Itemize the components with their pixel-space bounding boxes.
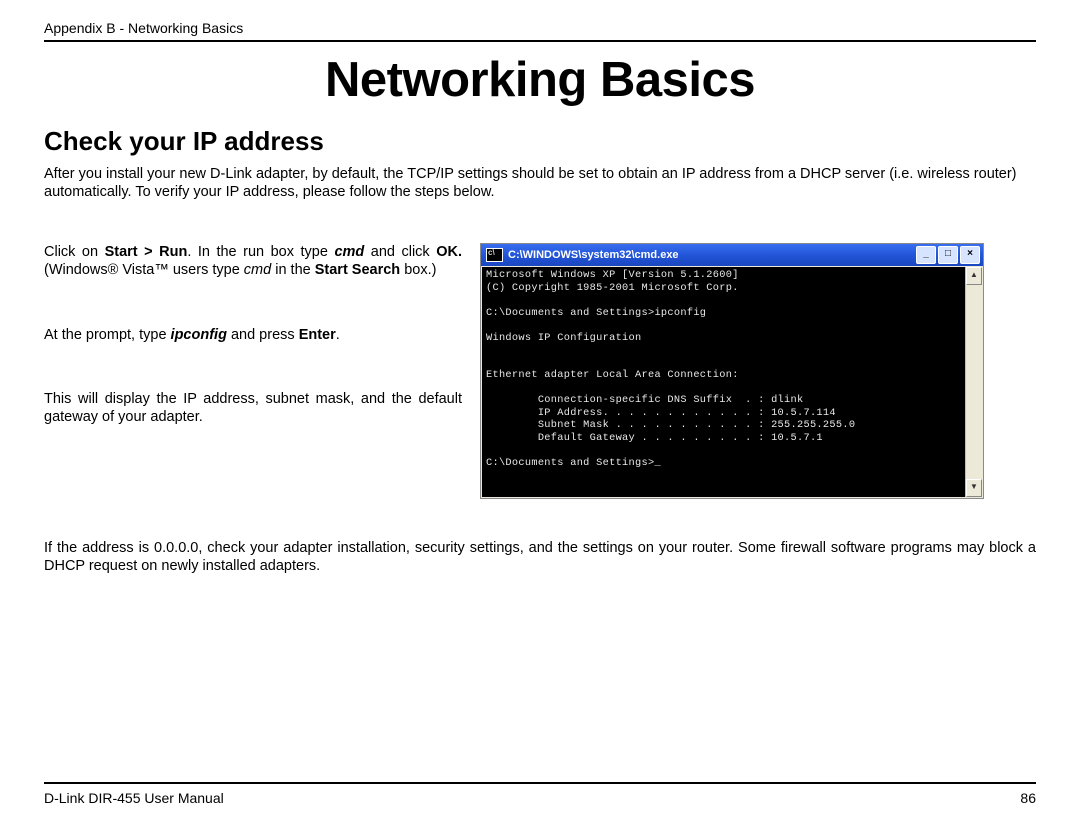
scroll-track[interactable]: [966, 285, 982, 479]
cmd-title-text: C:\WINDOWS\system32\cmd.exe: [508, 249, 916, 261]
scroll-down-button[interactable]: ▼: [966, 479, 982, 497]
cmd-titlebar[interactable]: c\ C:\WINDOWS\system32\cmd.exe _ □ ×: [481, 244, 983, 266]
footer-manual-name: D-Link DIR-455 User Manual: [44, 790, 224, 806]
content-row: Click on Start > Run. In the run box typ…: [44, 243, 1036, 499]
cmd-scrollbar[interactable]: ▲ ▼: [965, 267, 982, 497]
step-3: This will display the IP address, subnet…: [44, 390, 462, 426]
cmd-window: c\ C:\WINDOWS\system32\cmd.exe _ □ × Mic…: [480, 243, 984, 499]
minimize-button[interactable]: _: [916, 246, 936, 264]
cmd-client-area: Microsoft Windows XP [Version 5.1.2600] …: [481, 266, 983, 498]
maximize-button[interactable]: □: [938, 246, 958, 264]
page-title: Networking Basics: [44, 52, 1036, 108]
window-buttons: _ □ ×: [916, 246, 980, 264]
header-rule: [44, 40, 1036, 42]
header-appendix: Appendix B - Networking Basics: [44, 20, 1036, 36]
footer-page-number: 86: [1020, 790, 1036, 806]
cmd-output[interactable]: Microsoft Windows XP [Version 5.1.2600] …: [482, 267, 965, 497]
step-1: Click on Start > Run. In the run box typ…: [44, 243, 462, 279]
section-subtitle: Check your IP address: [44, 126, 1036, 157]
instructions-column: Click on Start > Run. In the run box typ…: [44, 243, 462, 426]
scroll-up-button[interactable]: ▲: [966, 267, 982, 285]
bottom-paragraph: If the address is 0.0.0.0, check your ad…: [44, 539, 1036, 575]
cmd-icon: c\: [486, 248, 503, 262]
close-button[interactable]: ×: [960, 246, 980, 264]
page-footer: D-Link DIR-455 User Manual 86: [44, 782, 1036, 806]
step-2: At the prompt, type ipconfig and press E…: [44, 326, 462, 344]
footer-rule: [44, 782, 1036, 784]
intro-paragraph: After you install your new D-Link adapte…: [44, 165, 1036, 201]
